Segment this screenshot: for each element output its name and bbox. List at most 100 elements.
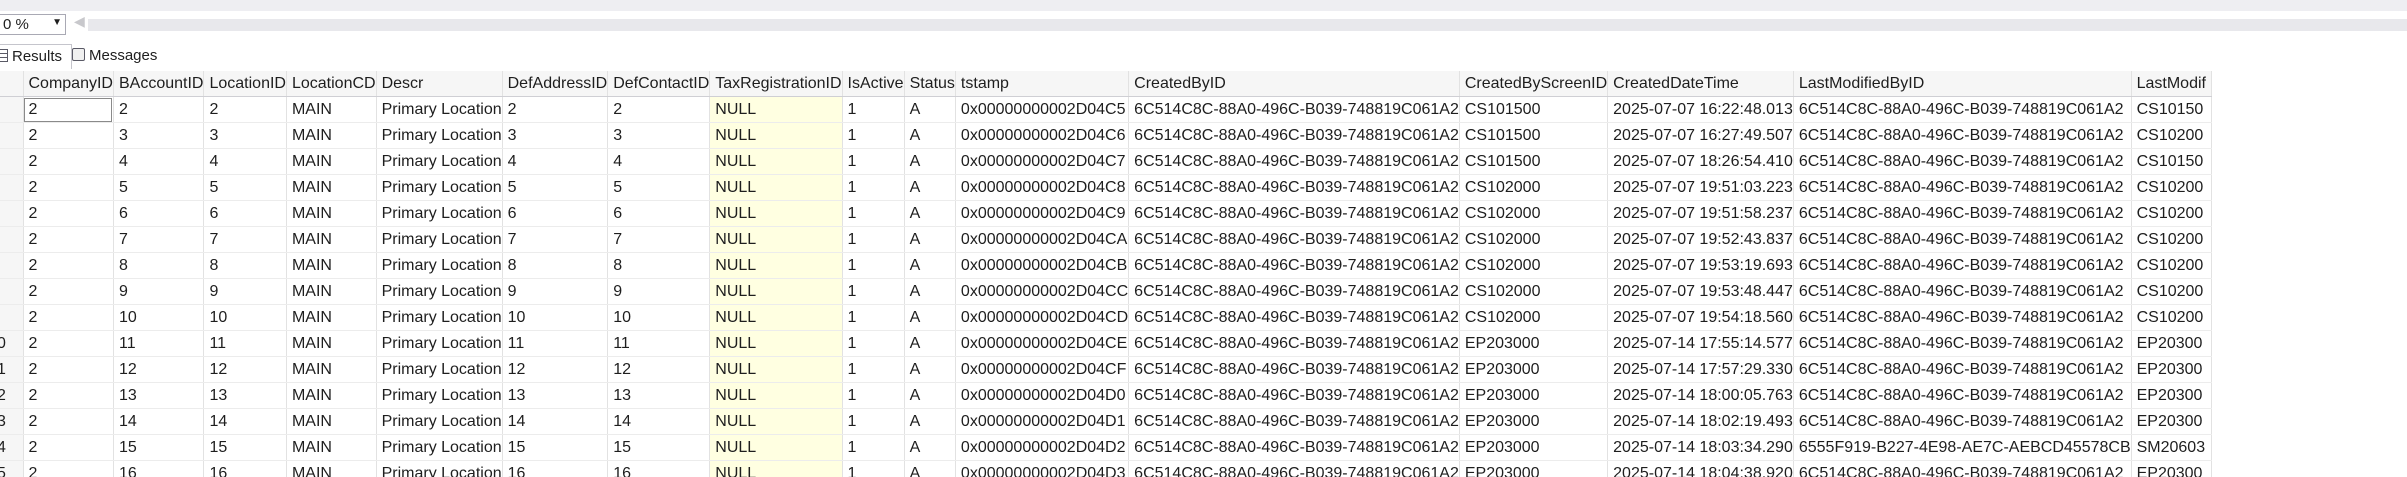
cell-locationid[interactable]: 14 <box>203 408 287 435</box>
cell-baccountid[interactable]: 16 <box>113 460 205 477</box>
cell-status[interactable]: A <box>904 330 956 357</box>
cell-baccountid[interactable]: 4 <box>113 148 205 175</box>
cell-createddatetime[interactable]: 2025-07-14 17:57:29.330 <box>1607 356 1794 383</box>
cell-descr[interactable]: Primary Location <box>376 460 503 477</box>
cell-lastmodif[interactable]: EP20300 <box>2131 408 2212 435</box>
cell-createdbyid[interactable]: 6C514C8C-88A0-496C-B039-748819C061A2 <box>1128 460 1460 477</box>
column-header-lastmodifiedbyid[interactable]: LastModifiedByID <box>1793 71 2132 97</box>
cell-defaddressid[interactable]: 6 <box>502 200 609 227</box>
cell-tstamp[interactable]: 0x00000000002D04C5 <box>955 96 1130 123</box>
cell-defcontactid[interactable]: 5 <box>607 174 711 201</box>
cell-locationid[interactable]: 5 <box>203 174 287 201</box>
scroll-left-icon[interactable]: ◀ <box>74 13 85 30</box>
cell-companyid[interactable]: 2 <box>23 96 114 123</box>
row-number[interactable]: 4 <box>0 434 24 461</box>
cell-companyid[interactable]: 2 <box>23 434 114 461</box>
cell-companyid[interactable]: 2 <box>23 356 114 383</box>
cell-createdbyscreenid[interactable]: CS102000 <box>1459 226 1609 253</box>
cell-defcontactid[interactable]: 12 <box>607 356 711 383</box>
cell-locationcd[interactable]: MAIN <box>286 252 377 279</box>
cell-createdbyid[interactable]: 6C514C8C-88A0-496C-B039-748819C061A2 <box>1128 356 1460 383</box>
table-row[interactable]: 121212MAINPrimary Location1212NULL1A0x00… <box>0 356 2212 383</box>
cell-defaddressid[interactable]: 12 <box>502 356 609 383</box>
row-number[interactable] <box>0 148 24 175</box>
cell-lastmodif[interactable]: CS10200 <box>2131 278 2212 305</box>
cell-taxregistrationid[interactable]: NULL <box>709 278 843 305</box>
cell-taxregistrationid[interactable]: NULL <box>709 304 843 331</box>
cell-lastmodifiedbyid[interactable]: 6C514C8C-88A0-496C-B039-748819C061A2 <box>1793 252 2132 279</box>
cell-locationcd[interactable]: MAIN <box>286 200 377 227</box>
cell-lastmodif[interactable]: CS10150 <box>2131 96 2212 123</box>
cell-createddatetime[interactable]: 2025-07-14 18:02:19.493 <box>1607 408 1794 435</box>
cell-descr[interactable]: Primary Location <box>376 434 503 461</box>
table-row[interactable]: 2 9 9 MAIN Primary Location 9 9 NULL 1 A 0x0000000… <box>0 278 2212 305</box>
cell-locationid[interactable]: 15 <box>203 434 287 461</box>
cell-status[interactable]: A <box>904 304 956 331</box>
cell-baccountid[interactable]: 3 <box>113 122 205 149</box>
results-grid[interactable]: CompanyID BAccountID LocationID LocationCD D… <box>0 71 2407 477</box>
cell-createddatetime[interactable]: 2025-07-07 16:22:48.013 <box>1607 96 1794 123</box>
cell-companyid[interactable]: 2 <box>23 278 114 305</box>
table-row[interactable]: 221313MAINPrimary Location1313NULL1A0x00… <box>0 382 2212 409</box>
cell-companyid[interactable]: 2 <box>23 330 114 357</box>
cell-companyid[interactable]: 2 <box>23 148 114 175</box>
cell-taxregistrationid[interactable]: NULL <box>709 96 843 123</box>
cell-createdbyscreenid[interactable]: CS101500 <box>1459 148 1609 175</box>
cell-lastmodifiedbyid[interactable]: 6C514C8C-88A0-496C-B039-748819C061A2 <box>1793 460 2132 477</box>
cell-taxregistrationid[interactable]: NULL <box>709 434 843 461</box>
cell-taxregistrationid[interactable]: NULL <box>709 252 843 279</box>
cell-baccountid[interactable]: 10 <box>113 304 205 331</box>
cell-locationcd[interactable]: MAIN <box>286 356 377 383</box>
cell-defaddressid[interactable]: 15 <box>502 434 609 461</box>
cell-isactive[interactable]: 1 <box>842 408 905 435</box>
cell-taxregistrationid[interactable]: NULL <box>709 148 843 175</box>
cell-lastmodifiedbyid[interactable]: 6C514C8C-88A0-496C-B039-748819C061A2 <box>1793 304 2132 331</box>
cell-createdbyid[interactable]: 6C514C8C-88A0-496C-B039-748819C061A2 <box>1128 278 1460 305</box>
cell-createdbyid[interactable]: 6C514C8C-88A0-496C-B039-748819C061A2 <box>1128 252 1460 279</box>
cell-tstamp[interactable]: 0x00000000002D04CA <box>955 226 1130 253</box>
cell-createddatetime[interactable]: 2025-07-07 19:52:43.837 <box>1607 226 1794 253</box>
cell-status[interactable]: A <box>904 122 956 149</box>
cell-tstamp[interactable]: 0x00000000002D04D1 <box>955 408 1130 435</box>
column-header-rownum[interactable] <box>0 71 24 97</box>
cell-locationid[interactable]: 9 <box>203 278 287 305</box>
row-number[interactable] <box>0 304 24 331</box>
cell-descr[interactable]: Primary Location <box>376 304 503 331</box>
cell-baccountid[interactable]: 9 <box>113 278 205 305</box>
table-row[interactable]: 321414MAINPrimary Location1414NULL1A0x00… <box>0 408 2212 435</box>
cell-locationcd[interactable]: MAIN <box>286 460 377 477</box>
cell-defaddressid[interactable]: 14 <box>502 408 609 435</box>
cell-lastmodif[interactable]: EP20300 <box>2131 382 2212 409</box>
row-number[interactable] <box>0 226 24 253</box>
row-number[interactable] <box>0 252 24 279</box>
column-header-defaddressid[interactable]: DefAddressID <box>502 71 609 97</box>
table-row[interactable]: 2 7 7 MAIN Primary Location 7 7 NULL 1 A 0x0000000… <box>0 226 2212 253</box>
cell-companyid[interactable]: 2 <box>23 122 114 149</box>
cell-isactive[interactable]: 1 <box>842 460 905 477</box>
cell-taxregistrationid[interactable]: NULL <box>709 460 843 477</box>
cell-createdbyscreenid[interactable]: CS102000 <box>1459 304 1609 331</box>
cell-isactive[interactable]: 1 <box>842 330 905 357</box>
cell-descr[interactable]: Primary Location <box>376 278 503 305</box>
column-header-lastmodif[interactable]: LastModif <box>2131 71 2212 97</box>
cell-status[interactable]: A <box>904 174 956 201</box>
cell-lastmodifiedbyid[interactable]: 6C514C8C-88A0-496C-B039-748819C061A2 <box>1793 174 2132 201</box>
table-row[interactable]: 2 3 3 MAIN Primary Location 3 3 NULL 1 A 0x0000000… <box>0 122 2212 149</box>
cell-descr[interactable]: Primary Location <box>376 148 503 175</box>
cell-taxregistrationid[interactable]: NULL <box>709 122 843 149</box>
cell-createdbyid[interactable]: 6C514C8C-88A0-496C-B039-748819C061A2 <box>1128 148 1460 175</box>
cell-createdbyid[interactable]: 6C514C8C-88A0-496C-B039-748819C061A2 <box>1128 96 1460 123</box>
cell-createdbyscreenid[interactable]: CS102000 <box>1459 278 1609 305</box>
column-header-locationcd[interactable]: LocationCD <box>286 71 377 97</box>
cell-createdbyscreenid[interactable]: CS101500 <box>1459 122 1609 149</box>
cell-isactive[interactable]: 1 <box>842 278 905 305</box>
cell-lastmodifiedbyid[interactable]: 6C514C8C-88A0-496C-B039-748819C061A2 <box>1793 408 2132 435</box>
cell-defcontactid[interactable]: 7 <box>607 226 711 253</box>
cell-isactive[interactable]: 1 <box>842 356 905 383</box>
cell-descr[interactable]: Primary Location <box>376 122 503 149</box>
cell-locationid[interactable]: 13 <box>203 382 287 409</box>
cell-defaddressid[interactable]: 2 <box>502 96 609 123</box>
table-row[interactable]: 2 4 4 MAIN Primary Location 4 4 NULL 1 A 0x0000000… <box>0 148 2212 175</box>
column-header-createddatetime[interactable]: CreatedDateTime <box>1607 71 1794 97</box>
cell-status[interactable]: A <box>904 278 956 305</box>
